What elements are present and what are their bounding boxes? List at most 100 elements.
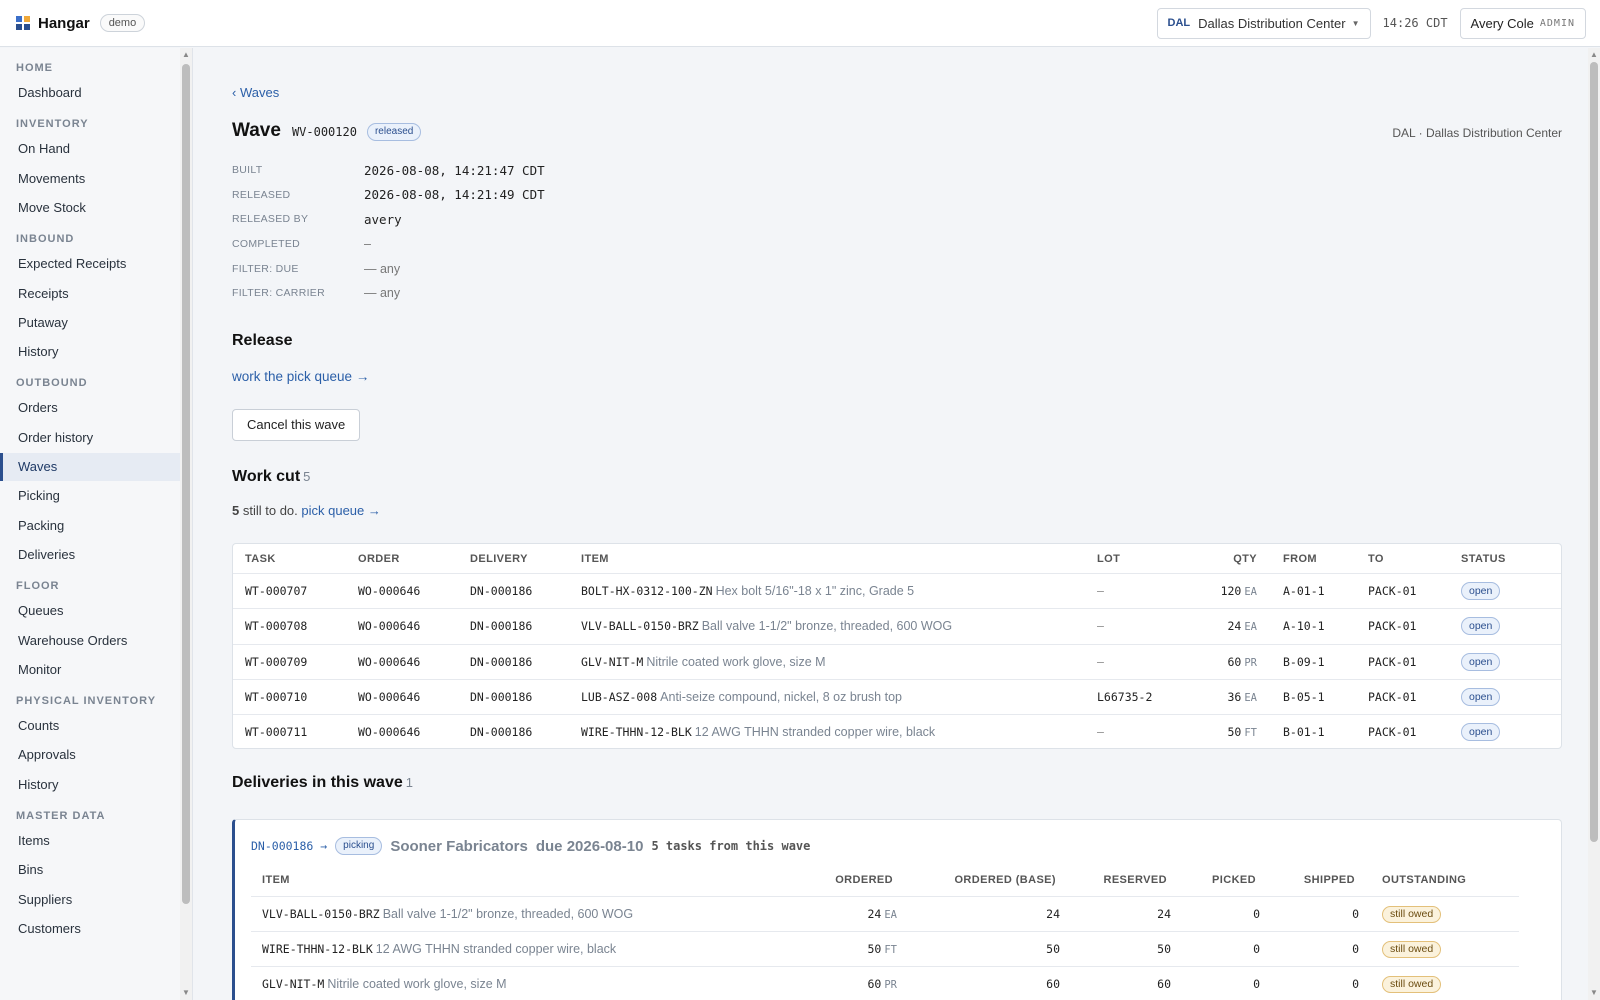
nav-section-outbound: OUTBOUND <box>16 377 88 390</box>
main-scroll-up-icon[interactable]: ▲ <box>1590 50 1598 60</box>
line-unit: FT <box>884 944 897 956</box>
sidebar-item-deliveries[interactable]: Deliveries <box>0 541 190 569</box>
lot-cell: – <box>1097 715 1104 750</box>
column-header-qty[interactable]: QTY <box>1233 553 1257 565</box>
order-id[interactable]: WO-000646 <box>358 584 420 598</box>
line-item-sku[interactable]: WIRE-THHN-12-BLK <box>262 942 373 956</box>
delivery-column-header-reserved[interactable]: RESERVED <box>1103 874 1167 886</box>
column-header-delivery[interactable]: DELIVERY <box>470 553 528 565</box>
sidebar-item-expected-receipts[interactable]: Expected Receipts <box>0 250 190 278</box>
item-sku[interactable]: BOLT-HX-0312-100-ZN <box>581 584 713 598</box>
order-id[interactable]: WO-000646 <box>358 725 420 739</box>
delivery-id[interactable]: DN-000186 <box>470 725 532 739</box>
main-scroll-down-icon[interactable]: ▼ <box>1590 988 1598 998</box>
brand[interactable]: Hangar demo <box>16 14 146 32</box>
sidebar-item-monitor[interactable]: Monitor <box>0 656 190 684</box>
table-row[interactable]: WT-000709 WO-000646 DN-000186 GLV-NIT-M Nitr… <box>233 643 1561 680</box>
delivery-line-row[interactable]: VLV-BALL-0150-BRZ Ball valve 1-1/2" bronz… <box>251 896 1519 931</box>
sidebar-item-queues[interactable]: Queues <box>0 597 190 625</box>
sidebar-item-warehouse-orders[interactable]: Warehouse Orders <box>0 627 190 655</box>
delivery-column-header-item[interactable]: ITEM <box>262 874 290 886</box>
column-header-from[interactable]: FROM <box>1283 553 1317 565</box>
delivery-id[interactable]: DN-000186 <box>470 655 532 669</box>
table-row[interactable]: WT-000710 WO-000646 DN-000186 LUB-ASZ-008 An… <box>233 678 1561 715</box>
table-row[interactable]: WT-000707 WO-000646 DN-000186 BOLT-HX-0312-… <box>233 573 1561 609</box>
delivery-column-header-ordered[interactable]: ORDERED <box>835 874 893 886</box>
pick-queue-link[interactable]: work the pick queue → <box>232 369 369 384</box>
line-item-sku[interactable]: VLV-BALL-0150-BRZ <box>262 907 380 921</box>
sidebar-item-history[interactable]: History <box>0 338 190 366</box>
table-row[interactable]: WT-000708 WO-000646 DN-000186 VLV-BALL-0150… <box>233 608 1561 644</box>
delivery-column-header-ordered-base[interactable]: ORDERED (BASE) <box>954 874 1056 886</box>
still-to-do: 5 still to do. pick queue → <box>232 503 381 518</box>
site-selector[interactable]: DAL Dallas Distribution Center ▼ <box>1156 7 1371 39</box>
sidebar-scroll-thumb[interactable] <box>182 64 190 904</box>
sidebar-item-approvals[interactable]: Approvals <box>0 741 190 769</box>
outstanding-badge: still owed <box>1382 906 1442 923</box>
order-id[interactable]: WO-000646 <box>358 655 420 669</box>
item-sku[interactable]: WIRE-THHN-12-BLK <box>581 725 692 739</box>
sidebar-item-on-hand[interactable]: On Hand <box>0 135 190 163</box>
delivery-column-header-outstanding[interactable]: OUTSTANDING <box>1382 874 1466 886</box>
sidebar-item-bins[interactable]: Bins <box>0 856 190 884</box>
column-header-to[interactable]: TO <box>1368 553 1384 565</box>
from-bin: B-01-1 <box>1283 725 1325 740</box>
delivery-link[interactable]: DN-000186 → <box>251 839 327 853</box>
order-id[interactable]: WO-000646 <box>358 690 420 704</box>
from-bin: A-01-1 <box>1283 584 1325 598</box>
main-scrollbar[interactable]: ▲ ▼ <box>1588 48 1600 1000</box>
column-header-item[interactable]: ITEM <box>581 553 609 565</box>
item-sku[interactable]: GLV-NIT-M <box>581 655 643 669</box>
task-status-badge: open <box>1461 617 1501 636</box>
sidebar-item-picking[interactable]: Picking <box>0 482 190 510</box>
order-id[interactable]: WO-000646 <box>358 619 420 633</box>
column-header-lot[interactable]: LOT <box>1097 553 1120 565</box>
sidebar-item-suppliers[interactable]: Suppliers <box>0 886 190 914</box>
sidebar-item-putaway[interactable]: Putaway <box>0 309 190 337</box>
table-row[interactable]: WT-000711 WO-000646 DN-000186 WIRE-THHN-12-… <box>233 714 1561 750</box>
user-menu[interactable]: Avery Cole ADMIN <box>1459 7 1586 39</box>
sidebar-item-move-stock[interactable]: Move Stock <box>0 194 190 222</box>
delivery-id[interactable]: DN-000186 <box>470 619 532 633</box>
task-id[interactable]: WT-000711 <box>245 725 307 739</box>
sidebar-item-receipts[interactable]: Receipts <box>0 280 190 308</box>
sidebar-item-counts[interactable]: Counts <box>0 712 190 740</box>
item-sku[interactable]: LUB-ASZ-008 <box>581 690 657 704</box>
main-scroll-thumb[interactable] <box>1590 62 1598 842</box>
meta-row-released: RELEASED 2026-08-08, 14:21:49 CDT <box>232 183 545 208</box>
column-header-task[interactable]: TASK <box>245 553 276 565</box>
order-cell: WO-000646 <box>358 680 420 715</box>
task-id[interactable]: WT-000710 <box>245 690 307 704</box>
delivery-line-row[interactable]: GLV-NIT-M Nitrile coated work glove, size… <box>251 966 1519 1000</box>
item-sku[interactable]: VLV-BALL-0150-BRZ <box>581 619 699 633</box>
scroll-down-icon[interactable]: ▼ <box>182 988 190 998</box>
sidebar-item-movements[interactable]: Movements <box>0 165 190 193</box>
delivery-id[interactable]: DN-000186 <box>470 584 532 598</box>
task-id[interactable]: WT-000709 <box>245 655 307 669</box>
cancel-wave-button[interactable]: Cancel this wave <box>232 409 361 441</box>
scroll-up-icon[interactable]: ▲ <box>182 50 190 60</box>
sidebar-item-orders[interactable]: Orders <box>0 394 190 422</box>
sidebar-item-customers[interactable]: Customers <box>0 915 190 943</box>
delivery-column-header-shipped[interactable]: SHIPPED <box>1304 874 1355 886</box>
line-item-sku[interactable]: GLV-NIT-M <box>262 977 324 991</box>
delivery-column-header-picked[interactable]: PICKED <box>1212 874 1256 886</box>
line-unit: EA <box>884 909 897 921</box>
from-bin: B-05-1 <box>1283 689 1325 704</box>
sidebar-item-waves[interactable]: Waves <box>0 453 190 481</box>
sidebar-item-packing[interactable]: Packing <box>0 512 190 540</box>
delivery-line-row[interactable]: WIRE-THHN-12-BLK 12 AWG THHN stranded cop… <box>251 931 1519 966</box>
task-id[interactable]: WT-000708 <box>245 619 307 633</box>
back-to-waves-link[interactable]: ‹ Waves <box>232 85 279 100</box>
line-ordered-base: 50 <box>1046 942 1060 956</box>
column-header-status[interactable]: STATUS <box>1461 553 1506 565</box>
sidebar-scrollbar[interactable]: ▲ ▼ <box>180 48 192 1000</box>
task-id[interactable]: WT-000707 <box>245 584 307 598</box>
sidebar-item-dashboard[interactable]: Dashboard <box>0 79 190 107</box>
delivery-id[interactable]: DN-000186 <box>470 690 532 704</box>
sidebar-item-history[interactable]: History <box>0 771 190 799</box>
still-pick-queue-link[interactable]: pick queue → <box>301 503 381 518</box>
sidebar-item-order-history[interactable]: Order history <box>0 424 190 452</box>
column-header-order[interactable]: ORDER <box>358 553 400 565</box>
sidebar-item-items[interactable]: Items <box>0 827 190 855</box>
